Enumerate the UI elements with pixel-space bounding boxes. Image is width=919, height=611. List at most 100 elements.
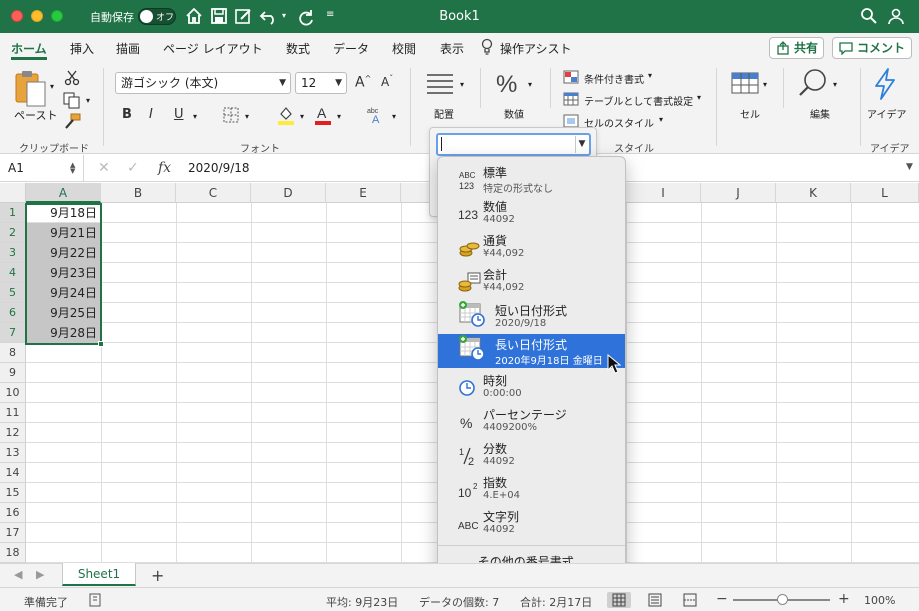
insert-function-icon[interactable]: fx [158,160,171,176]
row-header[interactable]: 17 [0,523,26,543]
cell-a7[interactable]: 9月28日 [26,323,101,343]
number-format-item[interactable]: % パーセンテージ 4409200% [438,404,625,438]
customize-toolbar-icon[interactable]: ≡ [326,9,334,20]
borders-icon[interactable] [223,107,239,123]
font-color-icon[interactable]: A [314,105,332,125]
format-painter-icon[interactable] [63,113,81,130]
editing-dropdown-icon[interactable]: ▾ [833,80,837,89]
chevron-down-icon[interactable]: ▾ [659,115,663,124]
cell-a6[interactable]: 9月25日 [26,303,101,323]
row-header[interactable]: 12 [0,423,26,443]
column-header[interactable]: I [626,183,701,203]
phonetic-dropdown-icon[interactable]: ▾ [392,112,396,121]
font-color-dropdown-icon[interactable]: ▾ [337,112,341,121]
autosave-toggle[interactable]: オフ [138,8,176,25]
conditional-formatting-icon[interactable] [563,70,579,84]
underline-dropdown-icon[interactable]: ▾ [193,112,197,121]
account-icon[interactable] [887,7,905,25]
number-format-item[interactable]: 短い日付形式 2020/9/18 [438,300,625,334]
fill-color-icon[interactable] [277,105,295,125]
number-format-item[interactable]: 123 数値 44092 [438,196,625,230]
column-header[interactable]: K [776,183,851,203]
row-header[interactable]: 13 [0,443,26,463]
row-header[interactable]: 10 [0,383,26,403]
formula-input[interactable]: 2020/9/18 [188,161,250,175]
accessibility-icon[interactable] [88,592,104,608]
number-format-item[interactable]: 時刻 0:00:00 [438,370,625,404]
editing-label[interactable]: 編集 [810,106,830,121]
tab-tell-me[interactable]: 操作アシスト [500,40,572,57]
cell-styles-icon[interactable] [563,114,579,128]
number-format-item[interactable]: ABC 123 標準 特定の形式なし [438,162,625,196]
column-header[interactable]: E [326,183,401,203]
share-button[interactable]: 共有 [769,37,824,59]
sheet-prev-icon[interactable]: ◀ [14,568,22,581]
borders-dropdown-icon[interactable]: ▾ [245,112,249,121]
row-header[interactable]: 3 [0,243,26,263]
number-format-item[interactable]: 通貨 ¥44,092 [438,230,625,264]
sheet-tab[interactable]: Sheet1 [62,563,136,586]
paste-label[interactable]: ペースト [14,107,57,123]
row-header[interactable]: 2 [0,223,26,243]
window-minimize-button[interactable] [31,10,43,22]
phonetic-guide-icon[interactable]: abc A [366,105,390,125]
font-size-select[interactable]: 12 ▼ [295,72,347,94]
row-header[interactable]: 8 [0,343,26,363]
alignment-dropdown-icon[interactable]: ▾ [460,80,464,89]
tab-page-layout[interactable]: ページ レイアウト [163,40,263,57]
format-as-table-label[interactable]: テーブルとして書式設定 [584,93,693,108]
chevron-down-icon[interactable]: ▾ [697,93,701,102]
fill-handle[interactable] [98,341,104,347]
conditional-formatting-label[interactable]: 条件付き書式 [584,71,644,86]
cell-a1[interactable]: 9月18日 [26,203,101,223]
column-header[interactable]: B [101,183,176,203]
paste-icon[interactable] [13,70,47,108]
page-break-view-button[interactable] [678,592,702,608]
paste-dropdown-icon[interactable]: ▾ [50,82,54,91]
name-box-arrows-icon[interactable]: ▲ ▼ [70,162,75,175]
row-header[interactable]: 5 [0,283,26,303]
zoom-slider-knob[interactable] [777,594,788,605]
cell-a4[interactable]: 9月23日 [26,263,101,283]
number-format-item[interactable]: 長い日付形式 2020年9月18日 金曜日 [438,334,625,368]
row-header[interactable]: 7 [0,323,26,343]
number-format-item[interactable]: ABC 文字列 44092 [438,506,625,540]
row-header[interactable]: 9 [0,363,26,383]
tab-home[interactable]: ホーム [11,40,47,57]
font-name-select[interactable]: 游ゴシック (本文) ▼ [115,72,291,94]
window-close-button[interactable] [11,10,23,22]
copy-icon[interactable] [63,92,81,109]
zoom-level[interactable]: 100% [864,594,895,607]
row-header[interactable]: 1 [0,203,26,223]
decrease-font-size-icon[interactable]: Aˇ [381,74,393,89]
bold-button[interactable]: B [122,107,132,122]
formula-bar-expand-icon[interactable]: ▼ [906,162,913,172]
cell-a3[interactable]: 9月22日 [26,243,101,263]
percent-style-icon[interactable]: % [495,70,521,98]
tab-data[interactable]: データ [333,40,369,57]
column-header[interactable]: C [176,183,251,203]
cell-a2[interactable]: 9月21日 [26,223,101,243]
row-header[interactable]: 14 [0,463,26,483]
underline-button[interactable]: U [174,107,184,122]
row-header[interactable]: 16 [0,503,26,523]
increase-font-size-icon[interactable]: A^ [355,74,371,91]
add-sheet-icon[interactable]: + [151,566,164,585]
window-maximize-button[interactable] [51,10,63,22]
page-layout-view-button[interactable] [643,592,667,608]
alignment-icon[interactable] [425,72,455,96]
number-format-item[interactable]: 1 2 分数 44092 [438,438,625,472]
name-box[interactable]: A1 ▲ ▼ [0,155,84,181]
number-format-dropdown-icon[interactable]: ▾ [528,80,532,89]
edit-icon[interactable] [233,6,253,26]
search-icon[interactable] [860,7,878,25]
cells-label[interactable]: セル [740,106,760,121]
fill-color-dropdown-icon[interactable]: ▾ [300,112,304,121]
tab-view[interactable]: 表示 [440,40,464,57]
number-format-combo-input[interactable] [436,133,591,156]
zoom-out-icon[interactable]: − [716,591,728,607]
format-as-table-icon[interactable] [563,92,579,106]
number-format-item[interactable]: 10 2 指数 4.E+04 [438,472,625,506]
undo-dropdown-icon[interactable]: ▾ [282,11,286,20]
sheet-next-icon[interactable]: ▶ [36,568,44,581]
